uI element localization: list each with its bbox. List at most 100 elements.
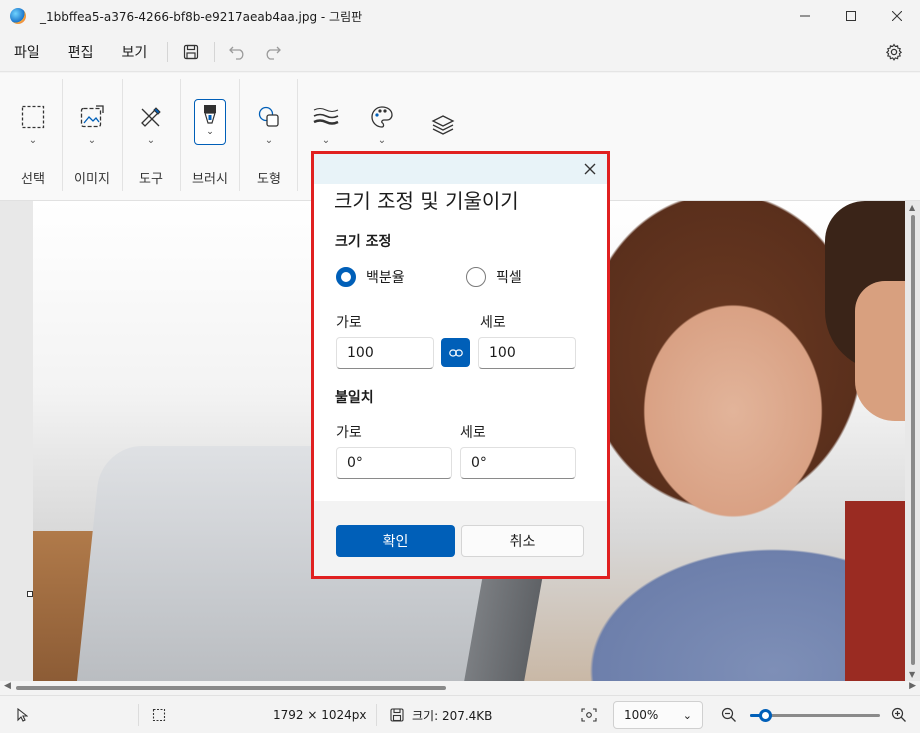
maintain-aspect-ratio-toggle[interactable] <box>441 338 470 367</box>
radio-percent-label: 백분율 <box>366 270 405 286</box>
zoom-out-button[interactable] <box>721 696 737 733</box>
ribbon-group-tools[interactable]: ⌄ 도구 <box>131 73 171 201</box>
zoom-out-icon <box>721 707 736 722</box>
selection-icon <box>152 708 166 722</box>
file-size: 크기: 207.4KB <box>390 696 492 733</box>
dialog-close-button[interactable] <box>579 158 601 180</box>
zoom-in-button[interactable] <box>891 696 907 733</box>
fit-to-window-button[interactable] <box>581 696 597 733</box>
paint-app-icon <box>10 8 26 24</box>
image-dimensions: 1792 × 1024px <box>273 708 367 722</box>
cursor-icon <box>17 708 28 722</box>
chevron-down-icon: ⌄ <box>206 127 214 137</box>
radio-pixel-indicator[interactable] <box>466 267 486 287</box>
chevron-down-icon: ⌄ <box>146 135 156 146</box>
link-icon <box>448 348 463 357</box>
ribbon-group-selection[interactable]: ⌄ 선택 <box>14 73 52 201</box>
horizontal-scrollbar[interactable]: ◀ ▶ <box>0 681 920 695</box>
scroll-right-icon[interactable]: ▶ <box>909 681 916 691</box>
radio-percent[interactable]: 백분율 <box>336 267 405 287</box>
close-icon <box>584 163 596 175</box>
close-window-button[interactable] <box>874 0 920 32</box>
ribbon-divider <box>297 79 298 191</box>
canvas-image-person-face <box>855 281 905 421</box>
menu-view[interactable]: 보기 <box>108 32 162 72</box>
layers-icon <box>429 111 457 139</box>
resize-heading: 크기 조정 <box>335 234 392 250</box>
menu-divider <box>214 41 216 62</box>
zoom-slider-thumb[interactable] <box>759 709 772 722</box>
undo-icon <box>229 46 244 60</box>
zoom-dropdown[interactable]: 100% ⌄ <box>613 701 703 729</box>
ribbon-label-tools: 도구 <box>139 172 163 187</box>
ribbon-group-brush[interactable]: ⌄ 브러시 <box>190 73 230 201</box>
ribbon-group-image[interactable]: ⌄ 이미지 <box>70 73 114 201</box>
vertical-scrollbar[interactable]: ▲ ▼ <box>908 201 918 681</box>
settings-button[interactable] <box>882 40 906 64</box>
save-icon <box>184 44 199 59</box>
redo-icon <box>266 46 282 60</box>
skew-horizontal-label: 가로 <box>336 425 362 441</box>
horizontal-scroll-thumb[interactable] <box>16 686 446 690</box>
minimize-icon <box>800 15 810 17</box>
ribbon-group-shapes[interactable]: ⌄ 도형 <box>249 73 289 201</box>
scroll-left-icon[interactable]: ◀ <box>4 681 11 691</box>
canvas-resize-handle[interactable] <box>27 591 33 597</box>
maximize-icon <box>846 11 856 21</box>
close-icon <box>892 11 902 21</box>
resize-vertical-label: 세로 <box>480 315 506 331</box>
line-size-icon <box>312 103 340 131</box>
ribbon-divider <box>239 79 240 191</box>
radio-pixel-label: 픽셀 <box>496 270 522 286</box>
scroll-up-icon[interactable]: ▲ <box>909 203 915 212</box>
status-bar: 1792 × 1024px 크기: 207.4KB 100% ⌄ <box>0 695 920 733</box>
chevron-down-icon: ⌄ <box>28 135 38 146</box>
tools-icon <box>137 103 165 131</box>
ribbon-divider <box>62 79 63 191</box>
ribbon-label-image: 이미지 <box>74 172 110 187</box>
redo-button[interactable] <box>255 35 289 69</box>
skew-vertical-label: 세로 <box>460 425 486 441</box>
resize-vertical-input[interactable]: 100 <box>478 337 576 369</box>
chevron-down-icon: ⌄ <box>377 135 387 146</box>
chevron-down-icon: ⌄ <box>321 135 331 146</box>
skew-vertical-input[interactable]: 0° <box>460 447 576 479</box>
vertical-scroll-thumb[interactable] <box>911 215 915 665</box>
pointer-position <box>16 696 28 733</box>
ok-button[interactable]: 확인 <box>336 525 455 557</box>
selection-size <box>152 696 166 733</box>
ribbon-divider <box>180 79 181 191</box>
dialog-header <box>314 154 607 184</box>
zoom-slider[interactable] <box>750 709 880 722</box>
ribbon-label-shapes: 도형 <box>257 172 281 187</box>
shapes-icon <box>255 103 283 131</box>
menu-edit[interactable]: 편집 <box>54 32 108 72</box>
save-button[interactable] <box>174 35 208 69</box>
resize-skew-dialog: 크기 조정 및 기울이기 크기 조정 백분율 픽셀 가로 세로 100 100 … <box>311 151 610 579</box>
brush-button[interactable]: ⌄ <box>194 99 226 145</box>
scroll-down-icon[interactable]: ▼ <box>909 670 915 679</box>
fit-screen-icon <box>581 708 597 722</box>
ribbon-label-brush: 브러시 <box>192 172 228 187</box>
zoom-value: 100% <box>624 708 659 722</box>
canvas-image-person-shirt <box>845 501 905 681</box>
radio-pixel[interactable]: 픽셀 <box>466 267 522 287</box>
radio-percent-indicator[interactable] <box>336 267 356 287</box>
skew-horizontal-input[interactable]: 0° <box>336 447 452 479</box>
image-icon <box>78 103 106 131</box>
title-bar: _1bbffea5-a376-4266-bf8b-e9217aeab4aa.jp… <box>0 0 920 32</box>
minimize-button[interactable] <box>782 0 828 32</box>
undo-button[interactable] <box>221 35 255 69</box>
dialog-title: 크기 조정 및 기울이기 <box>334 189 519 213</box>
menu-file[interactable]: 파일 <box>0 32 54 72</box>
chevron-down-icon: ⌄ <box>87 135 97 146</box>
resize-horizontal-input[interactable]: 100 <box>336 337 434 369</box>
window-controls <box>782 0 920 32</box>
save-icon <box>390 708 404 722</box>
cancel-button[interactable]: 취소 <box>461 525 584 557</box>
maximize-button[interactable] <box>828 0 874 32</box>
ribbon-label-selection: 선택 <box>21 172 45 187</box>
chevron-down-icon: ⌄ <box>682 708 692 722</box>
resize-horizontal-label: 가로 <box>336 315 362 331</box>
selection-icon <box>19 103 47 131</box>
